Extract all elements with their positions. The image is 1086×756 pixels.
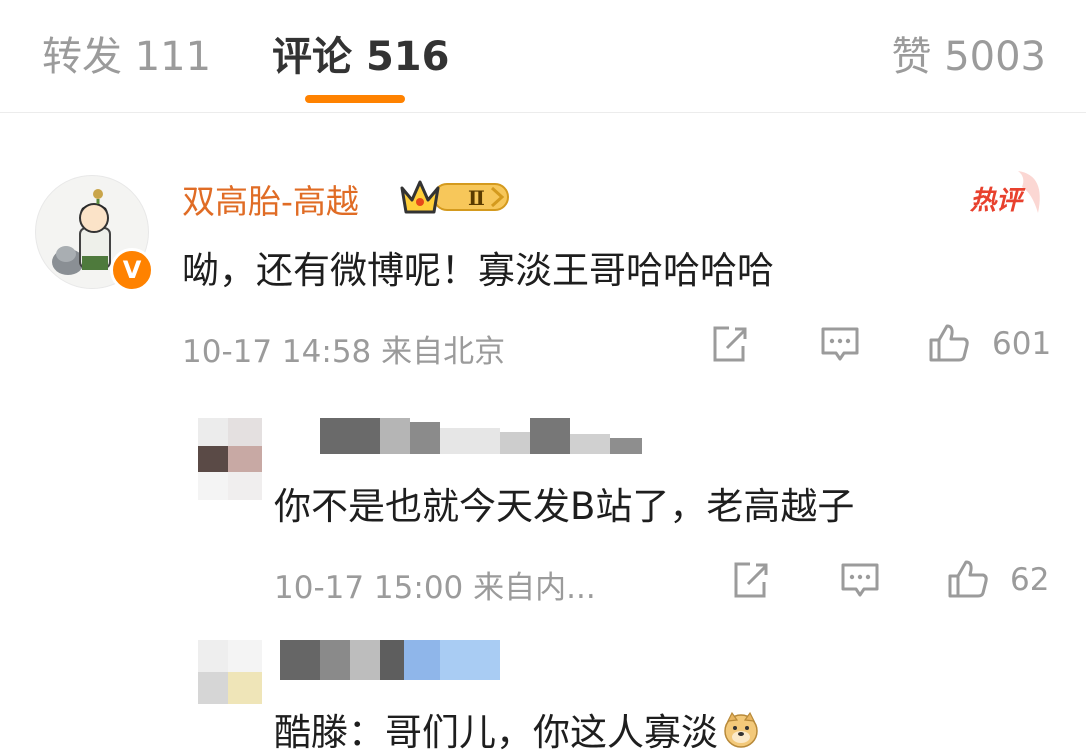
tab-likes-count: 5003 (944, 34, 1046, 80)
main-comment-username[interactable]: 双高胎-高越 (182, 175, 359, 223)
share-icon[interactable] (707, 322, 751, 366)
reply2-text: 酷滕：哥们儿，你这人寡淡 (274, 702, 760, 756)
comment-icon[interactable] (818, 322, 862, 366)
tab-comments[interactable]: 评论 516 (272, 24, 449, 82)
tab-likes[interactable]: 赞 5003 (891, 24, 1046, 82)
vip-level: Ⅱ (468, 186, 485, 210)
tab-bar: 转发 111 评论 516 赞 5003 (0, 0, 1086, 113)
tab-repost-label: 转发 (42, 34, 122, 80)
tab-likes-label: 赞 (891, 34, 932, 80)
reply1-location: 来自内... (473, 570, 596, 606)
verified-badge: V (110, 248, 154, 292)
reply1-like-icon[interactable] (946, 556, 990, 600)
reply2-avatar-redacted (198, 640, 262, 704)
reply1-meta: 10-17 15:00 来自内... (274, 562, 596, 607)
reply1-comment-icon[interactable] (838, 558, 882, 602)
reply2-text-content: 酷滕：哥们儿，你这人寡淡 (274, 711, 718, 754)
reply1-time: 10-17 15:00 (274, 570, 464, 606)
hot-comment-label: 热评 (969, 186, 1026, 216)
tab-repost[interactable]: 转发 111 (42, 24, 211, 82)
main-comment-time: 10-17 14:58 (182, 334, 372, 370)
hot-comment-tag: 热评 (966, 165, 1050, 225)
main-like-count: 601 (992, 326, 1052, 362)
main-comment-location: 来自北京 (381, 334, 506, 370)
reply1-share-icon[interactable] (728, 558, 772, 602)
reply1-like-count: 62 (1010, 562, 1050, 598)
like-icon[interactable] (927, 320, 971, 364)
tab-comments-count: 516 (365, 34, 450, 80)
main-comment-text: 呦，还有微博呢！寡淡王哥哈哈哈哈 (182, 249, 774, 292)
vip-crown-icon: Ⅱ (400, 180, 509, 214)
tab-repost-count: 111 (134, 34, 212, 80)
reply1-avatar-redacted (198, 418, 262, 500)
reply2-username-redacted (280, 640, 500, 680)
doge-emoji (724, 711, 758, 748)
active-tab-indicator (305, 95, 405, 103)
tab-comments-label: 评论 (272, 34, 352, 80)
reply1-text: 你不是也就今天发B站了，老高越子 (274, 485, 855, 528)
main-comment-meta: 10-17 14:58 来自北京 (182, 326, 505, 371)
reply1-username-redacted (320, 418, 642, 454)
